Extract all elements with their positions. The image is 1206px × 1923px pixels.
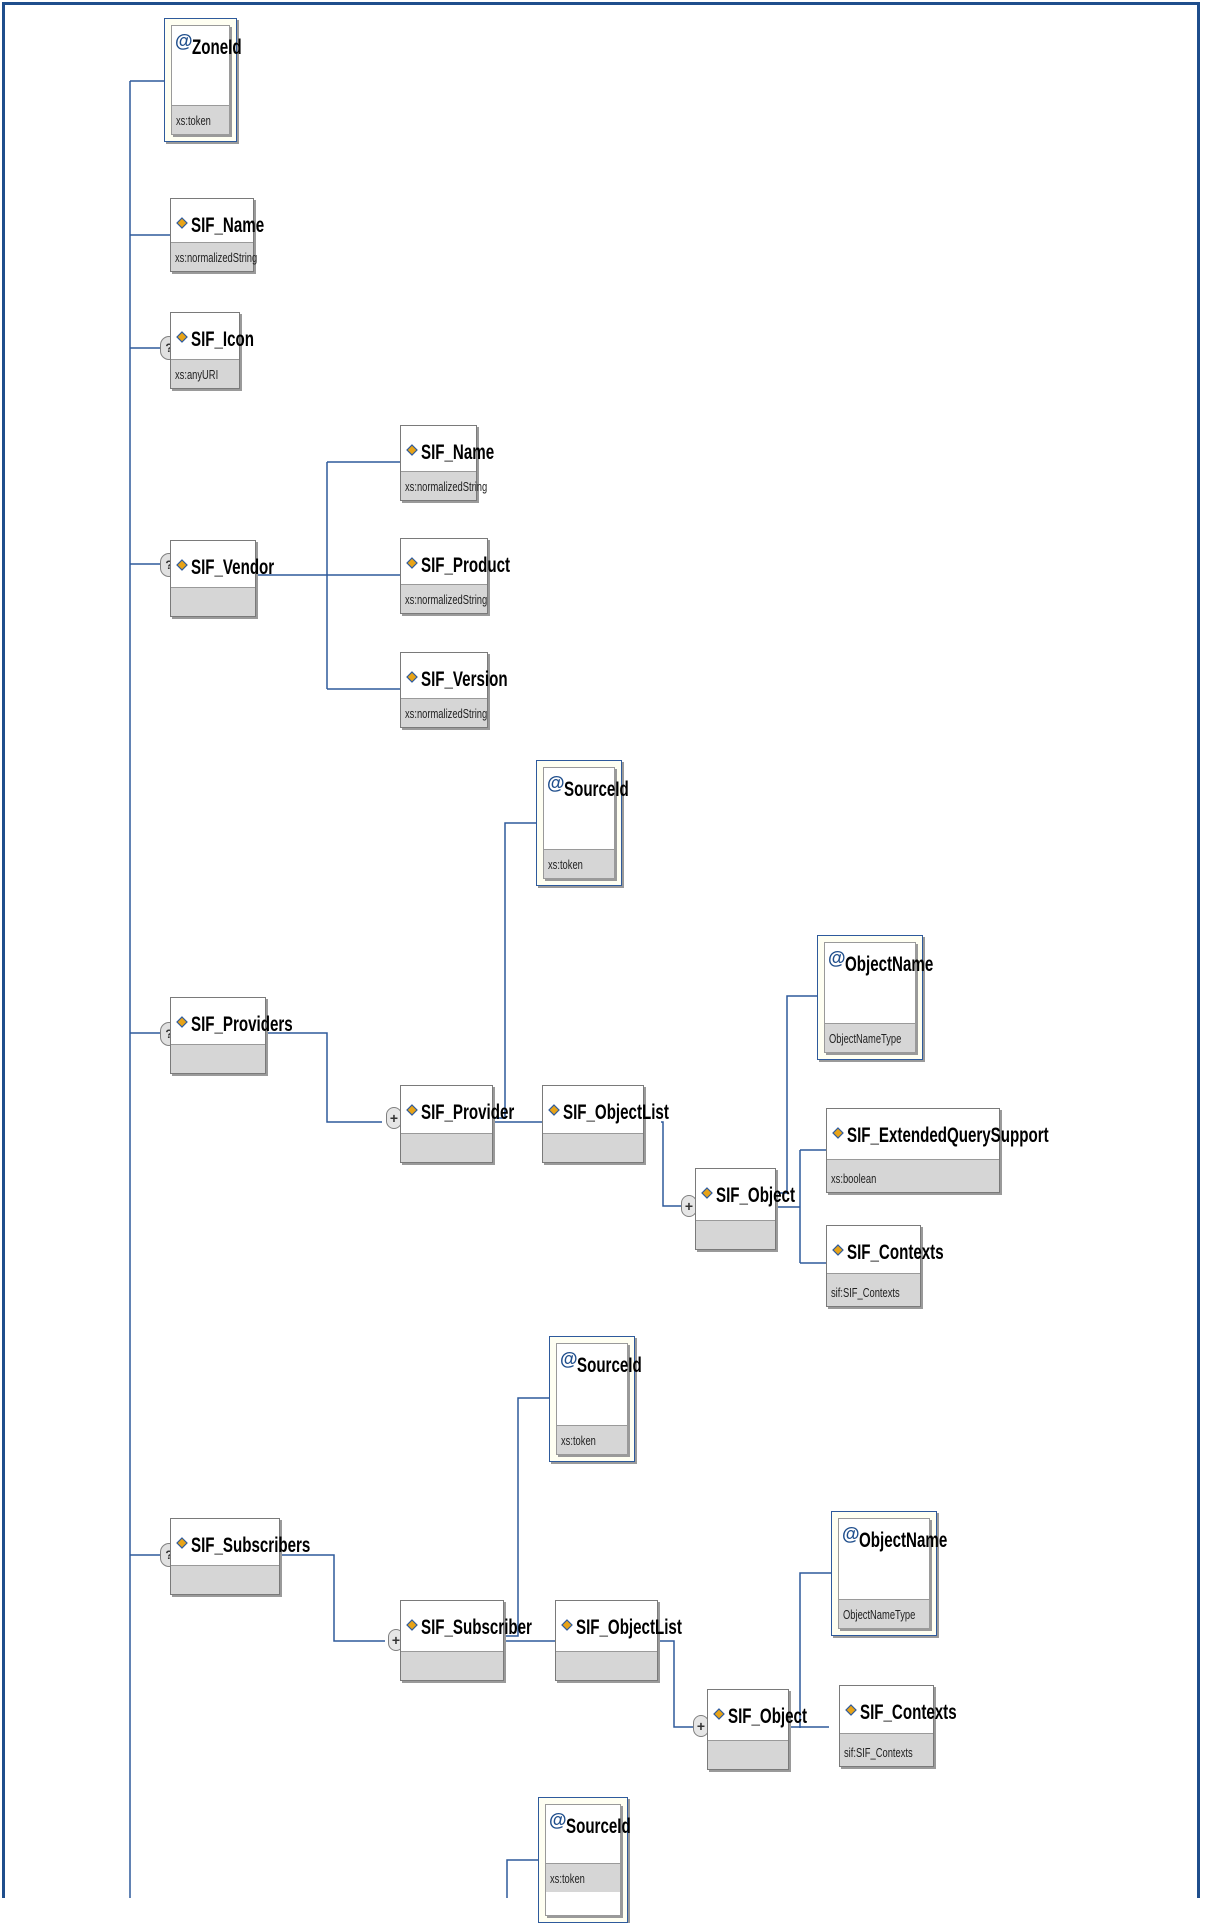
element-icon [701,1187,713,1199]
element-icon [713,1708,725,1720]
node-name: SIF_ExtendedQuerySupport [847,1124,1049,1147]
sif-name-element[interactable]: SIF_Name xs:normalizedString [170,198,264,272]
node-name: SIF_Subscribers [191,1534,311,1557]
element-icon [548,1104,560,1116]
sif-vendor-element[interactable]: SIF_Vendor [170,540,274,617]
node-name: SIF_Name [421,441,495,464]
provider-sourceid-attribute[interactable]: @ SourceId xs:token [536,760,629,886]
provider-objectname-attribute[interactable]: @ ObjectName ObjectNameType [817,935,933,1060]
node-name: SIF_Object [728,1705,807,1728]
provider-object-element[interactable]: SIF_Object [695,1168,795,1250]
node-name: SIF_Contexts [847,1241,944,1264]
node-type: xs:boolean [831,1171,877,1186]
element-icon [406,671,418,683]
node-name: SIF_Icon [191,328,255,351]
vendor-sif-name-element[interactable]: SIF_Name xs:normalizedString [400,425,494,501]
node-name: SIF_ObjectList [576,1616,682,1639]
subscriber-contexts-element[interactable]: SIF_Contexts sif:SIF_Contexts [839,1685,957,1767]
node-type: xs:token [550,1871,585,1886]
element-icon [176,1537,188,1549]
node-type: xs:token [561,1433,596,1448]
node-name: SIF_Product [421,554,511,577]
sif-icon-element[interactable]: SIF_Icon xs:anyURI [170,312,254,389]
sif-subscriber-element[interactable]: SIF_Subscriber [400,1600,532,1681]
node-name: SIF_Provider [421,1101,515,1124]
node-type: xs:normalizedString [175,250,258,265]
bottom-sourceid-attribute[interactable]: @ SourceId xs:token [538,1797,631,1923]
element-icon [406,1619,418,1631]
node-type: sif:SIF_Contexts [831,1285,900,1300]
element-icon [176,217,188,229]
at-sign-icon: @ [547,773,565,793]
node-name: SIF_ObjectList [563,1101,669,1124]
node-name: SIF_Providers [191,1013,293,1036]
subscriber-objectname-attribute[interactable]: @ ObjectName ObjectNameType [831,1511,947,1636]
node-type: xs:normalizedString [405,592,488,607]
element-icon [845,1704,857,1716]
sif-provider-element[interactable]: SIF_Provider [400,1085,514,1163]
at-sign-icon: @ [549,1810,567,1830]
node-name: ZoneId [192,36,242,59]
at-sign-icon: @ [842,1524,860,1544]
node-name: SIF_Version [421,668,508,691]
zoneid-attribute[interactable]: @ ZoneId xs:token [164,18,242,142]
element-icon [832,1127,844,1139]
subscriber-object-element[interactable]: SIF_Object [707,1689,807,1770]
node-name: SIF_Vendor [191,556,275,579]
element-icon [832,1244,844,1256]
node-type: xs:anyURI [175,367,219,382]
node-type: xs:token [548,857,583,872]
node-type: sif:SIF_Contexts [844,1745,913,1760]
node-name: SIF_Subscriber [421,1616,532,1639]
at-sign-icon: @ [560,1349,578,1369]
node-name: SIF_Name [191,214,265,237]
node-type: ObjectNameType [829,1031,902,1046]
node-name: ObjectName [845,953,934,976]
element-icon [176,1016,188,1028]
element-icon [176,559,188,571]
node-name: SourceId [577,1354,642,1377]
subscriber-objectlist-element[interactable]: SIF_ObjectList [555,1600,682,1681]
sif-subscribers-element[interactable]: SIF_Subscribers [170,1518,310,1595]
element-icon [406,557,418,569]
node-name: SourceId [564,778,629,801]
element-icon [406,1104,418,1116]
provider-objectlist-element[interactable]: SIF_ObjectList [542,1085,669,1163]
element-icon [561,1619,573,1631]
vendor-sif-version-element[interactable]: SIF_Version xs:normalizedString [400,652,508,728]
at-sign-icon: @ [175,31,193,51]
node-name: SourceId [566,1815,631,1838]
sif-providers-element[interactable]: SIF_Providers [170,997,293,1074]
subscriber-sourceid-attribute[interactable]: @ SourceId xs:token [549,1336,642,1462]
node-type: xs:normalizedString [405,479,488,494]
element-icon [406,444,418,456]
provider-contexts-element[interactable]: SIF_Contexts sif:SIF_Contexts [826,1225,944,1307]
node-name: ObjectName [859,1529,948,1552]
node-name: SIF_Object [716,1184,795,1207]
vendor-sif-product-element[interactable]: SIF_Product xs:normalizedString [400,538,510,614]
node-name: SIF_Contexts [860,1701,957,1724]
node-type: xs:normalizedString [405,706,488,721]
node-type: xs:token [176,113,211,128]
element-icon [176,331,188,343]
at-sign-icon: @ [828,948,846,968]
node-type: ObjectNameType [843,1607,916,1622]
provider-extendedquerysupport-element[interactable]: SIF_ExtendedQuerySupport xs:boolean [826,1108,1049,1193]
